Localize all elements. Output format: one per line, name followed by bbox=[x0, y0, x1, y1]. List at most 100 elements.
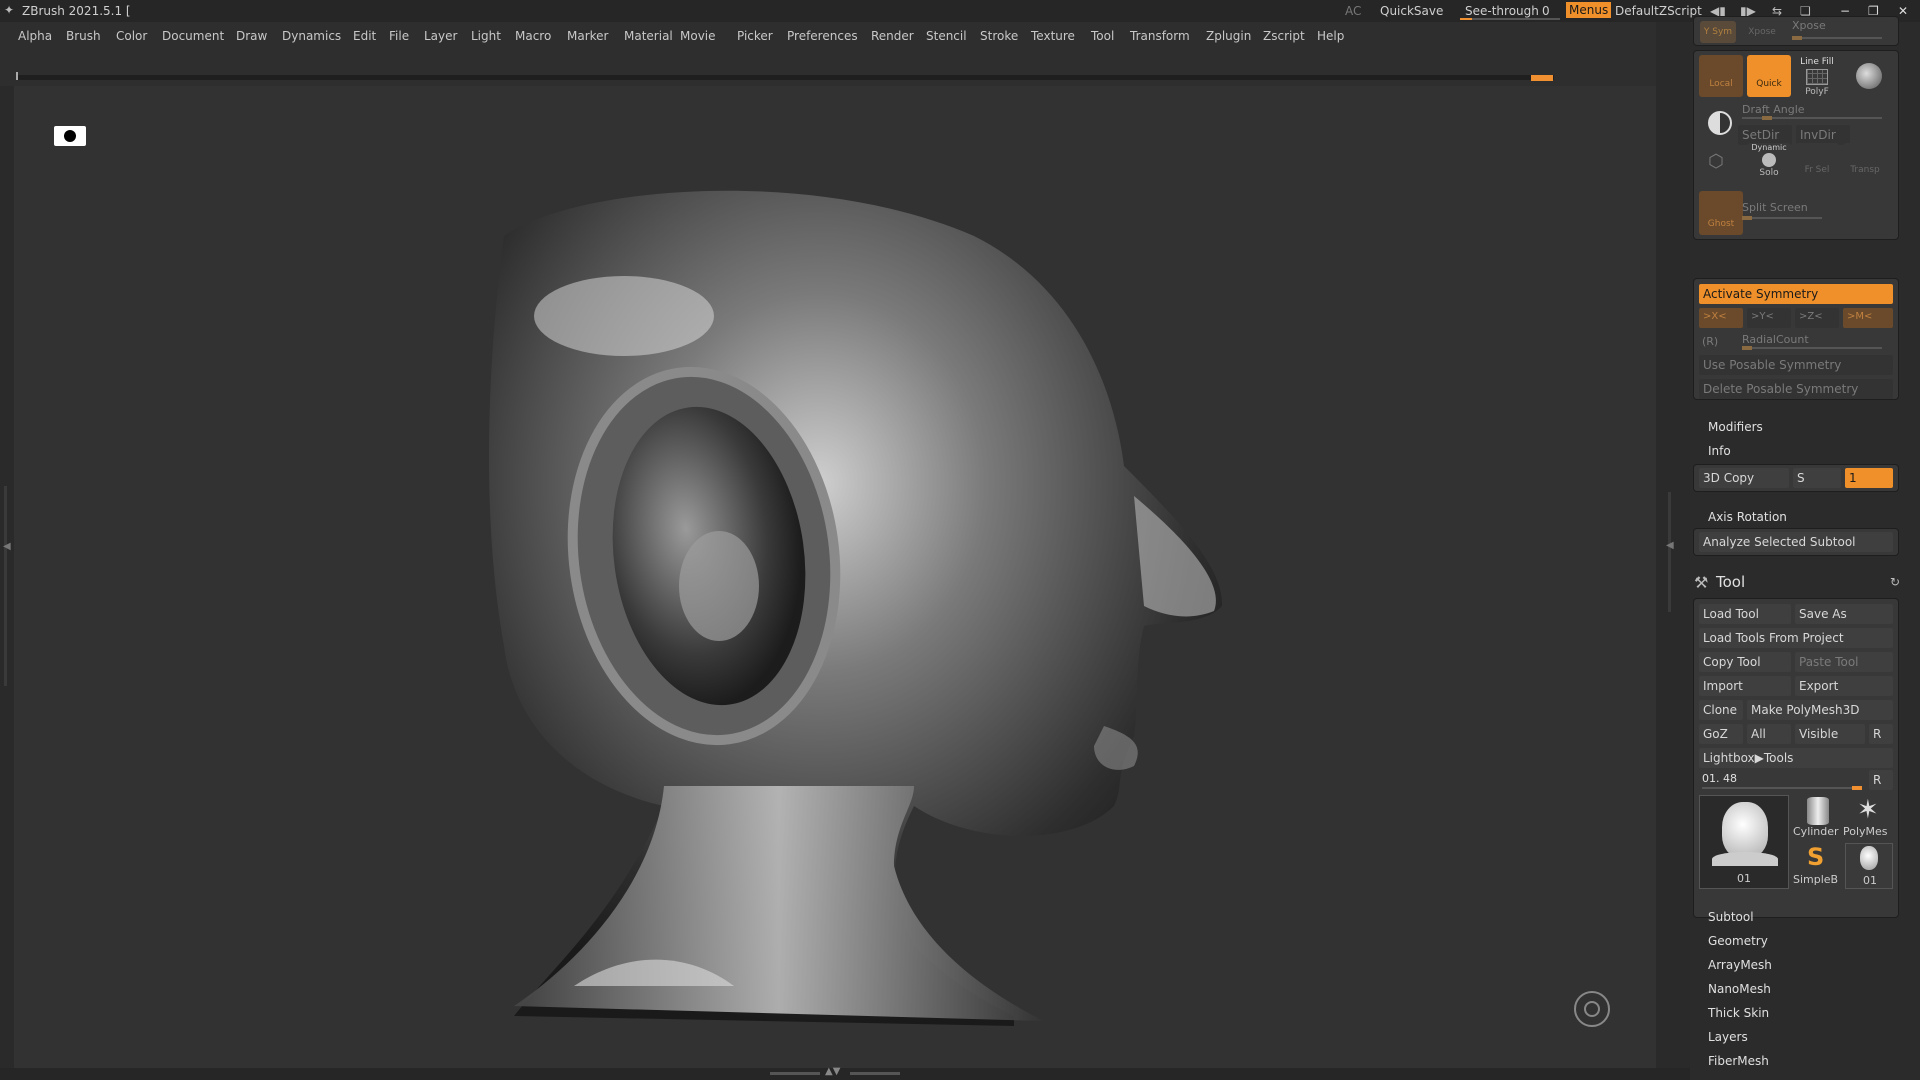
draft-angle-slider[interactable] bbox=[1742, 116, 1882, 120]
sym-z-button[interactable]: >Z< bbox=[1795, 308, 1839, 328]
sym-m-button[interactable]: >M< bbox=[1843, 308, 1893, 328]
menu-brush[interactable]: Brush bbox=[66, 29, 101, 43]
geometry-section[interactable]: Geometry bbox=[1708, 934, 1768, 948]
menu-alpha[interactable]: Alpha bbox=[18, 29, 52, 43]
sphere-icon[interactable] bbox=[1856, 63, 1882, 89]
close-icon[interactable]: ✕ bbox=[1898, 4, 1908, 18]
bottom-tray-edge[interactable]: ▲▼ bbox=[0, 1066, 1690, 1080]
menu-material[interactable]: Material bbox=[624, 29, 673, 43]
ghost-button[interactable]: Ghost bbox=[1699, 191, 1743, 235]
lightbox-tools-button[interactable]: Lightbox▶Tools bbox=[1699, 748, 1893, 768]
tool-thumb-polymesh[interactable]: ✶ PolyMes bbox=[1843, 795, 1895, 839]
clone-button[interactable]: Clone bbox=[1699, 700, 1743, 720]
import-button[interactable]: Import bbox=[1699, 676, 1791, 696]
load-tools-from-project-button[interactable]: Load Tools From Project bbox=[1699, 628, 1893, 648]
axis-rotation-section[interactable]: Axis Rotation bbox=[1708, 510, 1787, 524]
save-as-button[interactable]: Save As bbox=[1795, 604, 1893, 624]
export-button[interactable]: Export bbox=[1795, 676, 1893, 696]
fibermesh-section[interactable]: FiberMesh bbox=[1708, 1054, 1769, 1068]
quick-button[interactable]: Quick bbox=[1747, 55, 1791, 97]
tool-thumb-simplebrush[interactable]: S SimpleB bbox=[1793, 843, 1841, 889]
menu-preferences[interactable]: Preferences bbox=[787, 29, 858, 43]
transp-button[interactable]: Transp bbox=[1843, 143, 1887, 181]
menu-marker[interactable]: Marker bbox=[567, 29, 608, 43]
tool-thumb-main[interactable]: 01 bbox=[1699, 795, 1789, 889]
copy-tool-button[interactable]: Copy Tool bbox=[1699, 652, 1791, 672]
local-button[interactable]: Local bbox=[1699, 55, 1743, 97]
tool-thumb-head2[interactable]: 01 bbox=[1845, 843, 1893, 889]
goz-button[interactable]: GoZ bbox=[1699, 724, 1743, 744]
make-polymesh3d-button[interactable]: Make PolyMesh3D bbox=[1747, 700, 1893, 720]
sym-x-button[interactable]: >X< bbox=[1699, 308, 1743, 328]
load-tool-button[interactable]: Load Tool bbox=[1699, 604, 1791, 624]
invdir-button[interactable]: InvDir bbox=[1796, 125, 1850, 145]
menu-transform[interactable]: Transform bbox=[1130, 29, 1190, 43]
canvas-viewport[interactable] bbox=[14, 86, 1656, 1068]
copy3d-value-field[interactable]: 1 bbox=[1845, 468, 1893, 488]
menu-picker[interactable]: Picker bbox=[737, 29, 773, 43]
menu-file[interactable]: File bbox=[389, 29, 409, 43]
quicksave-button[interactable]: QuickSave bbox=[1380, 4, 1443, 18]
ac-label[interactable]: AC bbox=[1345, 4, 1361, 18]
navigation-gizmo-icon[interactable] bbox=[1574, 991, 1610, 1027]
cube-icon[interactable]: ⬡ bbox=[1708, 151, 1724, 172]
tool-r-button[interactable]: R bbox=[1869, 770, 1893, 790]
right-tray-edge[interactable]: ◀ bbox=[1656, 22, 1690, 1080]
ysym-button[interactable]: Y Sym bbox=[1700, 21, 1736, 43]
menu-layer[interactable]: Layer bbox=[424, 29, 457, 43]
menus-button[interactable]: Menus bbox=[1566, 2, 1612, 18]
nanomesh-section[interactable]: NanoMesh bbox=[1708, 982, 1771, 996]
menu-texture[interactable]: Texture bbox=[1031, 29, 1075, 43]
sym-y-button[interactable]: >Y< bbox=[1747, 308, 1791, 328]
menu-zplugin[interactable]: Zplugin bbox=[1206, 29, 1251, 43]
arraymesh-section[interactable]: ArrayMesh bbox=[1708, 958, 1772, 972]
split-screen-slider[interactable] bbox=[1742, 216, 1822, 220]
zscript-button[interactable]: DefaultZScript bbox=[1615, 4, 1702, 18]
xpose-button[interactable]: Xpose bbox=[1744, 21, 1780, 43]
frsel-button[interactable]: Fr Sel bbox=[1795, 143, 1839, 181]
tool-palette-title[interactable]: Tool bbox=[1716, 573, 1745, 591]
use-posable-symmetry-button[interactable]: Use Posable Symmetry bbox=[1699, 355, 1893, 375]
goz-visible-button[interactable]: Visible bbox=[1795, 724, 1865, 744]
activate-symmetry-button[interactable]: Activate Symmetry bbox=[1699, 284, 1893, 304]
left-tray-edge[interactable]: ◀ bbox=[0, 86, 14, 1080]
seethrough-label[interactable]: See-through bbox=[1465, 4, 1539, 18]
refresh-icon[interactable]: ↻ bbox=[1890, 575, 1900, 589]
menu-document[interactable]: Document bbox=[162, 29, 224, 43]
menu-macro[interactable]: Macro bbox=[515, 29, 551, 43]
paste-tool-button[interactable]: Paste Tool bbox=[1795, 652, 1893, 672]
xpose-slider[interactable] bbox=[1792, 36, 1882, 40]
solo-button[interactable]: Dynamic Solo bbox=[1747, 143, 1791, 181]
radial-count-slider[interactable] bbox=[1742, 346, 1882, 350]
delete-posable-symmetry-button[interactable]: Delete Posable Symmetry bbox=[1699, 379, 1893, 399]
polyf-button[interactable]: Line Fill PolyF bbox=[1795, 55, 1839, 97]
goz-all-button[interactable]: All bbox=[1747, 724, 1791, 744]
copy3d-button[interactable]: 3D Copy bbox=[1699, 468, 1789, 488]
menu-zscript[interactable]: Zscript bbox=[1263, 29, 1305, 43]
menu-help[interactable]: Help bbox=[1317, 29, 1344, 43]
analyze-subtool-button[interactable]: Analyze Selected Subtool bbox=[1699, 532, 1893, 552]
tool-slider[interactable] bbox=[1702, 786, 1862, 790]
3d-head-model[interactable] bbox=[14, 86, 1656, 1068]
info-section[interactable]: Info bbox=[1708, 444, 1731, 458]
menu-color[interactable]: Color bbox=[116, 29, 147, 43]
goz-r-button[interactable]: R bbox=[1869, 724, 1893, 744]
layers-section[interactable]: Layers bbox=[1708, 1030, 1748, 1044]
contrast-icon[interactable] bbox=[1708, 111, 1732, 135]
tool-thumb-cylinder[interactable]: Cylinder bbox=[1793, 795, 1841, 839]
setdir-button[interactable]: SetDir bbox=[1738, 125, 1792, 145]
subtool-section[interactable]: Subtool bbox=[1708, 910, 1754, 924]
seethrough-slider[interactable] bbox=[1460, 18, 1560, 20]
menu-edit[interactable]: Edit bbox=[353, 29, 376, 43]
menu-stencil[interactable]: Stencil bbox=[926, 29, 967, 43]
thick-skin-section[interactable]: Thick Skin bbox=[1708, 1006, 1769, 1020]
menu-movie[interactable]: Movie bbox=[680, 29, 716, 43]
menu-stroke[interactable]: Stroke bbox=[980, 29, 1018, 43]
menu-dynamics[interactable]: Dynamics bbox=[282, 29, 341, 43]
menu-render[interactable]: Render bbox=[871, 29, 914, 43]
menu-draw[interactable]: Draw bbox=[236, 29, 267, 43]
menu-tool[interactable]: Tool bbox=[1091, 29, 1114, 43]
menu-light[interactable]: Light bbox=[471, 29, 501, 43]
sym-r-button[interactable]: (R) bbox=[1702, 335, 1718, 348]
modifiers-section[interactable]: Modifiers bbox=[1708, 420, 1763, 434]
